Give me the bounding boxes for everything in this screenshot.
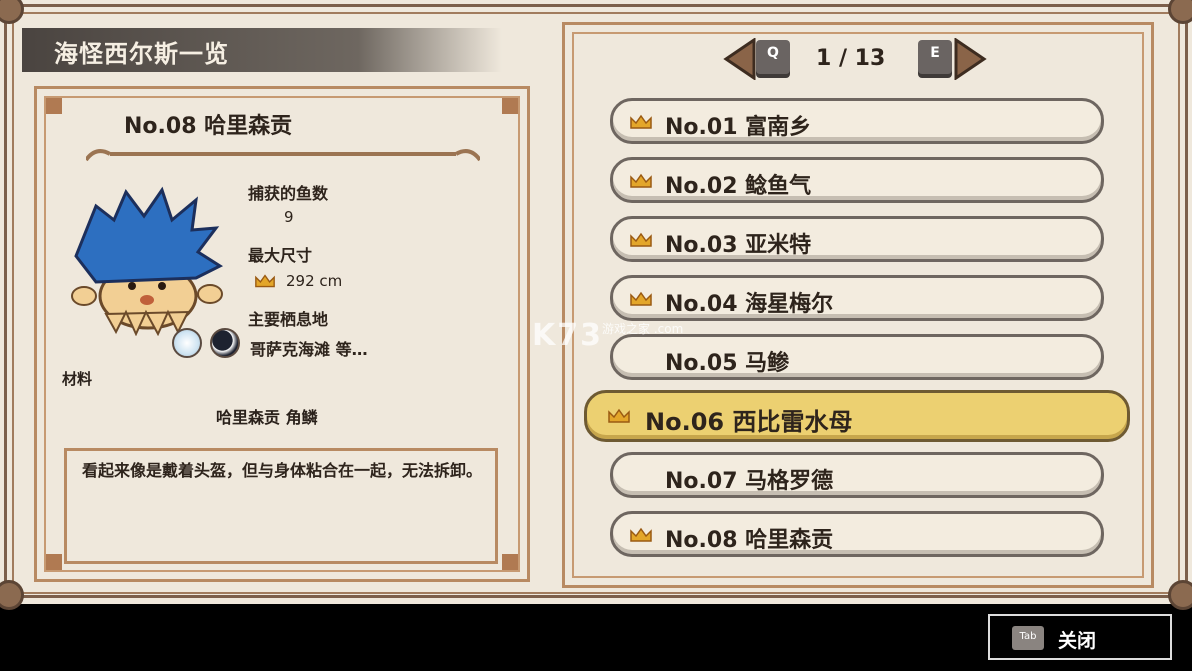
panel-corner: [46, 554, 62, 570]
corner-ornament: [0, 580, 24, 610]
max-size-label: 最大尺寸: [248, 246, 313, 265]
night-icon: [210, 328, 240, 358]
panel-corner: [46, 98, 62, 114]
next-page-arrow[interactable]: [954, 38, 988, 80]
tab-key-icon[interactable]: Tab: [1012, 626, 1044, 650]
material-list: 哈里森贡 角鳞: [216, 408, 318, 427]
page-indicator: 1 / 13: [816, 46, 886, 71]
next-page-key[interactable]: E: [918, 40, 952, 74]
list-item[interactable]: No.07 马格罗德: [610, 452, 1104, 498]
list-item[interactable]: No.02 鲶鱼气: [610, 157, 1104, 203]
list-item-label: No.06 西比雷水母: [645, 408, 853, 436]
list-item-label: No.03 亚米特: [665, 233, 812, 258]
crown-icon: [630, 232, 652, 247]
day-icon: [172, 328, 202, 358]
list-item-label: No.04 海星梅尔: [665, 292, 834, 317]
list-item[interactable]: No.08 哈里森贡: [610, 511, 1104, 557]
crown-icon: [255, 274, 275, 288]
list-item-label: No.05 马鲹: [665, 351, 790, 376]
title-ornament: [86, 149, 480, 162]
list-item-label: No.07 马格罗德: [665, 469, 834, 494]
crown-icon: [630, 173, 652, 188]
habitat-label: 主要栖息地: [248, 310, 329, 329]
description-text: 看起来像是戴着头盔，但与身体粘合在一起，无法拆卸。: [82, 461, 483, 480]
game-screen: 海怪西尔斯一览 No.08 哈里森贡 捕获的鱼数 9 最大尺寸 292 cm 主…: [0, 0, 1192, 610]
crown-icon: [630, 527, 652, 542]
crown-icon: [608, 408, 630, 423]
list-item-label: No.08 哈里森贡: [665, 528, 834, 553]
watermark-subtext: 游戏之家 .com: [602, 322, 684, 336]
list-item-selected[interactable]: No.06 西比雷水母: [584, 390, 1130, 442]
max-size-value: 292 cm: [286, 272, 343, 290]
panel-corner: [502, 554, 518, 570]
watermark-logo: K73: [532, 318, 603, 353]
page-title: 海怪西尔斯一览: [54, 40, 229, 68]
prev-page-key[interactable]: Q: [756, 40, 790, 74]
entry-title: No.08 哈里森贡: [124, 114, 293, 139]
caught-count-label: 捕获的鱼数: [248, 184, 329, 203]
caught-count-value: 9: [284, 208, 294, 226]
list-item-label: No.01 富南乡: [665, 115, 812, 140]
list-item[interactable]: No.04 海星梅尔: [610, 275, 1104, 321]
corner-ornament: [1168, 580, 1192, 610]
list-item[interactable]: No.01 富南乡: [610, 98, 1104, 144]
prev-page-arrow[interactable]: [722, 38, 756, 80]
crown-icon: [630, 114, 652, 129]
crown-icon: [630, 291, 652, 306]
panel-corner: [502, 98, 518, 114]
list-item-label: No.02 鲶鱼气: [665, 174, 812, 199]
monster-sprite: [71, 186, 224, 336]
close-label[interactable]: 关闭: [1058, 626, 1096, 653]
list-item[interactable]: No.03 亚米特: [610, 216, 1104, 262]
habitat-value: 哥萨克海滩 等…: [250, 340, 368, 359]
materials-label: 材料: [62, 370, 93, 388]
list-item[interactable]: No.05 马鲹: [610, 334, 1104, 380]
